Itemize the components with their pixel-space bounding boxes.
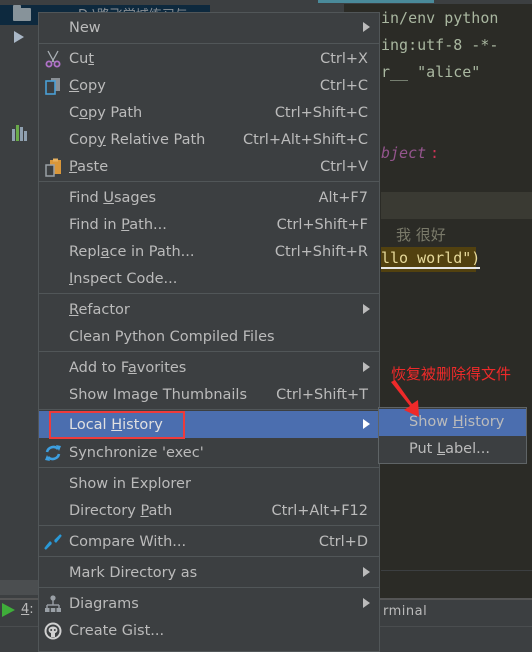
menu-item-cut[interactable]: Cut Ctrl+X bbox=[39, 45, 379, 72]
menu-item-label: Replace in Path... bbox=[69, 243, 195, 260]
scissors-icon bbox=[45, 50, 61, 68]
menu-item-shortcut: Ctrl+X bbox=[320, 50, 368, 67]
menu-item-find-usages[interactable]: Find Usages Alt+F7 bbox=[39, 184, 379, 211]
editor-active-tab[interactable] bbox=[318, 0, 434, 3]
menu-item-label: Create Gist... bbox=[69, 622, 165, 639]
copy-icon bbox=[45, 78, 60, 95]
tree-expand-arrow-icon[interactable] bbox=[14, 31, 24, 43]
menu-item-label: Find Usages bbox=[69, 189, 157, 206]
menu-item-label: Add to Favorites bbox=[69, 359, 187, 376]
menu-item-label: Diagrams bbox=[69, 595, 139, 612]
menu-separator bbox=[39, 409, 379, 410]
code-line-1: in/env python bbox=[381, 9, 499, 27]
submenu-arrow-icon bbox=[363, 362, 370, 372]
menu-item-label: New bbox=[69, 19, 101, 36]
code-object-keyword: bject bbox=[381, 144, 427, 162]
menu-item-copy-relative-path[interactable]: Copy Relative Path Ctrl+Alt+Shift+C bbox=[39, 126, 379, 153]
menu-item-label: Copy Relative Path bbox=[69, 131, 206, 148]
menu-item-label: Show Image Thumbnails bbox=[69, 386, 248, 403]
submenu-item-put-label[interactable]: Put Label... bbox=[379, 436, 526, 463]
diagrams-icon bbox=[45, 595, 61, 612]
menu-item-label: Refactor bbox=[69, 301, 130, 318]
menu-item-refactor[interactable]: Refactor bbox=[39, 296, 379, 323]
menu-item-show-in-explorer[interactable]: Show in Explorer bbox=[39, 470, 379, 497]
menu-item-label: Clean Python Compiled Files bbox=[69, 328, 275, 345]
synchronize-icon bbox=[45, 445, 61, 461]
menu-separator bbox=[39, 351, 379, 352]
menu-item-diagrams[interactable]: Diagrams bbox=[39, 590, 379, 617]
menu-item-copy[interactable]: Copy Ctrl+C bbox=[39, 72, 379, 99]
menu-item-directory-path[interactable]: Directory Path Ctrl+Alt+F12 bbox=[39, 497, 379, 524]
current-line-highlight bbox=[381, 192, 532, 219]
menu-separator bbox=[39, 556, 379, 557]
submenu-item-label: Put Label... bbox=[409, 441, 490, 457]
menu-item-label: Synchronize 'exec' bbox=[69, 444, 204, 461]
menu-separator bbox=[39, 525, 379, 526]
structure-icon[interactable] bbox=[12, 125, 32, 141]
menu-item-copy-path[interactable]: Copy Path Ctrl+Shift+C bbox=[39, 99, 379, 126]
menu-item-label: Find in Path... bbox=[69, 216, 167, 233]
menu-separator bbox=[39, 293, 379, 294]
menu-item-shortcut: Ctrl+Alt+Shift+C bbox=[243, 131, 368, 148]
menu-item-shortcut: Ctrl+Shift+F bbox=[276, 216, 368, 233]
menu-item-label: Copy Path bbox=[69, 104, 143, 121]
code-line-3: r__ "alice" bbox=[381, 63, 481, 81]
menu-item-shortcut: Alt+F7 bbox=[318, 189, 368, 206]
submenu-arrow-icon bbox=[363, 567, 370, 577]
menu-item-replace-in-path[interactable]: Replace in Path... Ctrl+Shift+R bbox=[39, 238, 379, 265]
menu-item-compare-with[interactable]: Compare With... Ctrl+D bbox=[39, 528, 379, 555]
menu-separator bbox=[39, 467, 379, 468]
menu-item-label: Inspect Code... bbox=[69, 270, 178, 287]
code-line-2: ing:utf-8 -*- bbox=[381, 36, 499, 54]
terminal-tool-tab[interactable]: rminal bbox=[383, 604, 427, 619]
menu-item-create-gist[interactable]: Create Gist... bbox=[39, 617, 379, 644]
menu-item-label: Compare With... bbox=[69, 533, 187, 550]
menu-item-shortcut: Ctrl+D bbox=[318, 533, 368, 550]
menu-item-shortcut: Ctrl+V bbox=[320, 158, 368, 175]
menu-item-shortcut: Ctrl+Shift+C bbox=[274, 104, 368, 121]
menu-item-label: Copy bbox=[69, 77, 106, 94]
menu-item-shortcut: Ctrl+Shift+R bbox=[274, 243, 368, 260]
code-colon: : bbox=[430, 144, 440, 162]
editor-divider bbox=[381, 570, 532, 571]
submenu-arrow-icon bbox=[363, 419, 370, 429]
menu-separator bbox=[39, 181, 379, 182]
code-print-string: llo world") bbox=[381, 249, 481, 269]
menu-item-clean-python-compiled-files[interactable]: Clean Python Compiled Files bbox=[39, 323, 379, 350]
menu-item-label: Show in Explorer bbox=[69, 475, 191, 492]
compare-icon bbox=[44, 534, 62, 550]
folder-icon bbox=[13, 5, 31, 21]
menu-item-add-to-favorites[interactable]: Add to Favorites bbox=[39, 354, 379, 381]
github-icon bbox=[44, 622, 62, 640]
menu-separator bbox=[39, 43, 379, 44]
submenu-arrow-icon bbox=[363, 22, 370, 32]
menu-item-synchronize[interactable]: Synchronize 'exec' bbox=[39, 439, 379, 466]
annotation-arrow-icon bbox=[391, 380, 419, 417]
menu-item-shortcut: Ctrl+C bbox=[319, 77, 368, 94]
run-icon bbox=[2, 602, 15, 617]
horizontal-scrollbar[interactable] bbox=[0, 580, 40, 595]
menu-item-label: Paste bbox=[69, 158, 109, 175]
annotation-highlight-box bbox=[49, 411, 185, 439]
menu-item-shortcut: Ctrl+Shift+T bbox=[276, 386, 368, 403]
paste-icon bbox=[45, 158, 61, 177]
menu-item-new[interactable]: New bbox=[39, 14, 379, 41]
menu-separator bbox=[39, 587, 379, 588]
menu-item-inspect-code[interactable]: Inspect Code... bbox=[39, 265, 379, 292]
submenu-arrow-icon bbox=[363, 598, 370, 608]
menu-item-shortcut: Ctrl+Alt+F12 bbox=[271, 502, 368, 519]
menu-item-label: Mark Directory as bbox=[69, 564, 198, 581]
code-comment-chinese: 我 很好 bbox=[396, 226, 446, 244]
menu-item-mark-directory-as[interactable]: Mark Directory as bbox=[39, 559, 379, 586]
menu-item-show-image-thumbnails[interactable]: Show Image Thumbnails Ctrl+Shift+T bbox=[39, 381, 379, 408]
menu-item-label: Directory Path bbox=[69, 502, 173, 519]
context-menu: New Cut Ctrl+X Copy Ctrl+C Copy Path Ctr… bbox=[38, 12, 380, 652]
menu-item-paste[interactable]: Paste Ctrl+V bbox=[39, 153, 379, 180]
menu-item-label: Cut bbox=[69, 50, 95, 67]
submenu-arrow-icon bbox=[363, 304, 370, 314]
menu-item-find-in-path[interactable]: Find in Path... Ctrl+Shift+F bbox=[39, 211, 379, 238]
